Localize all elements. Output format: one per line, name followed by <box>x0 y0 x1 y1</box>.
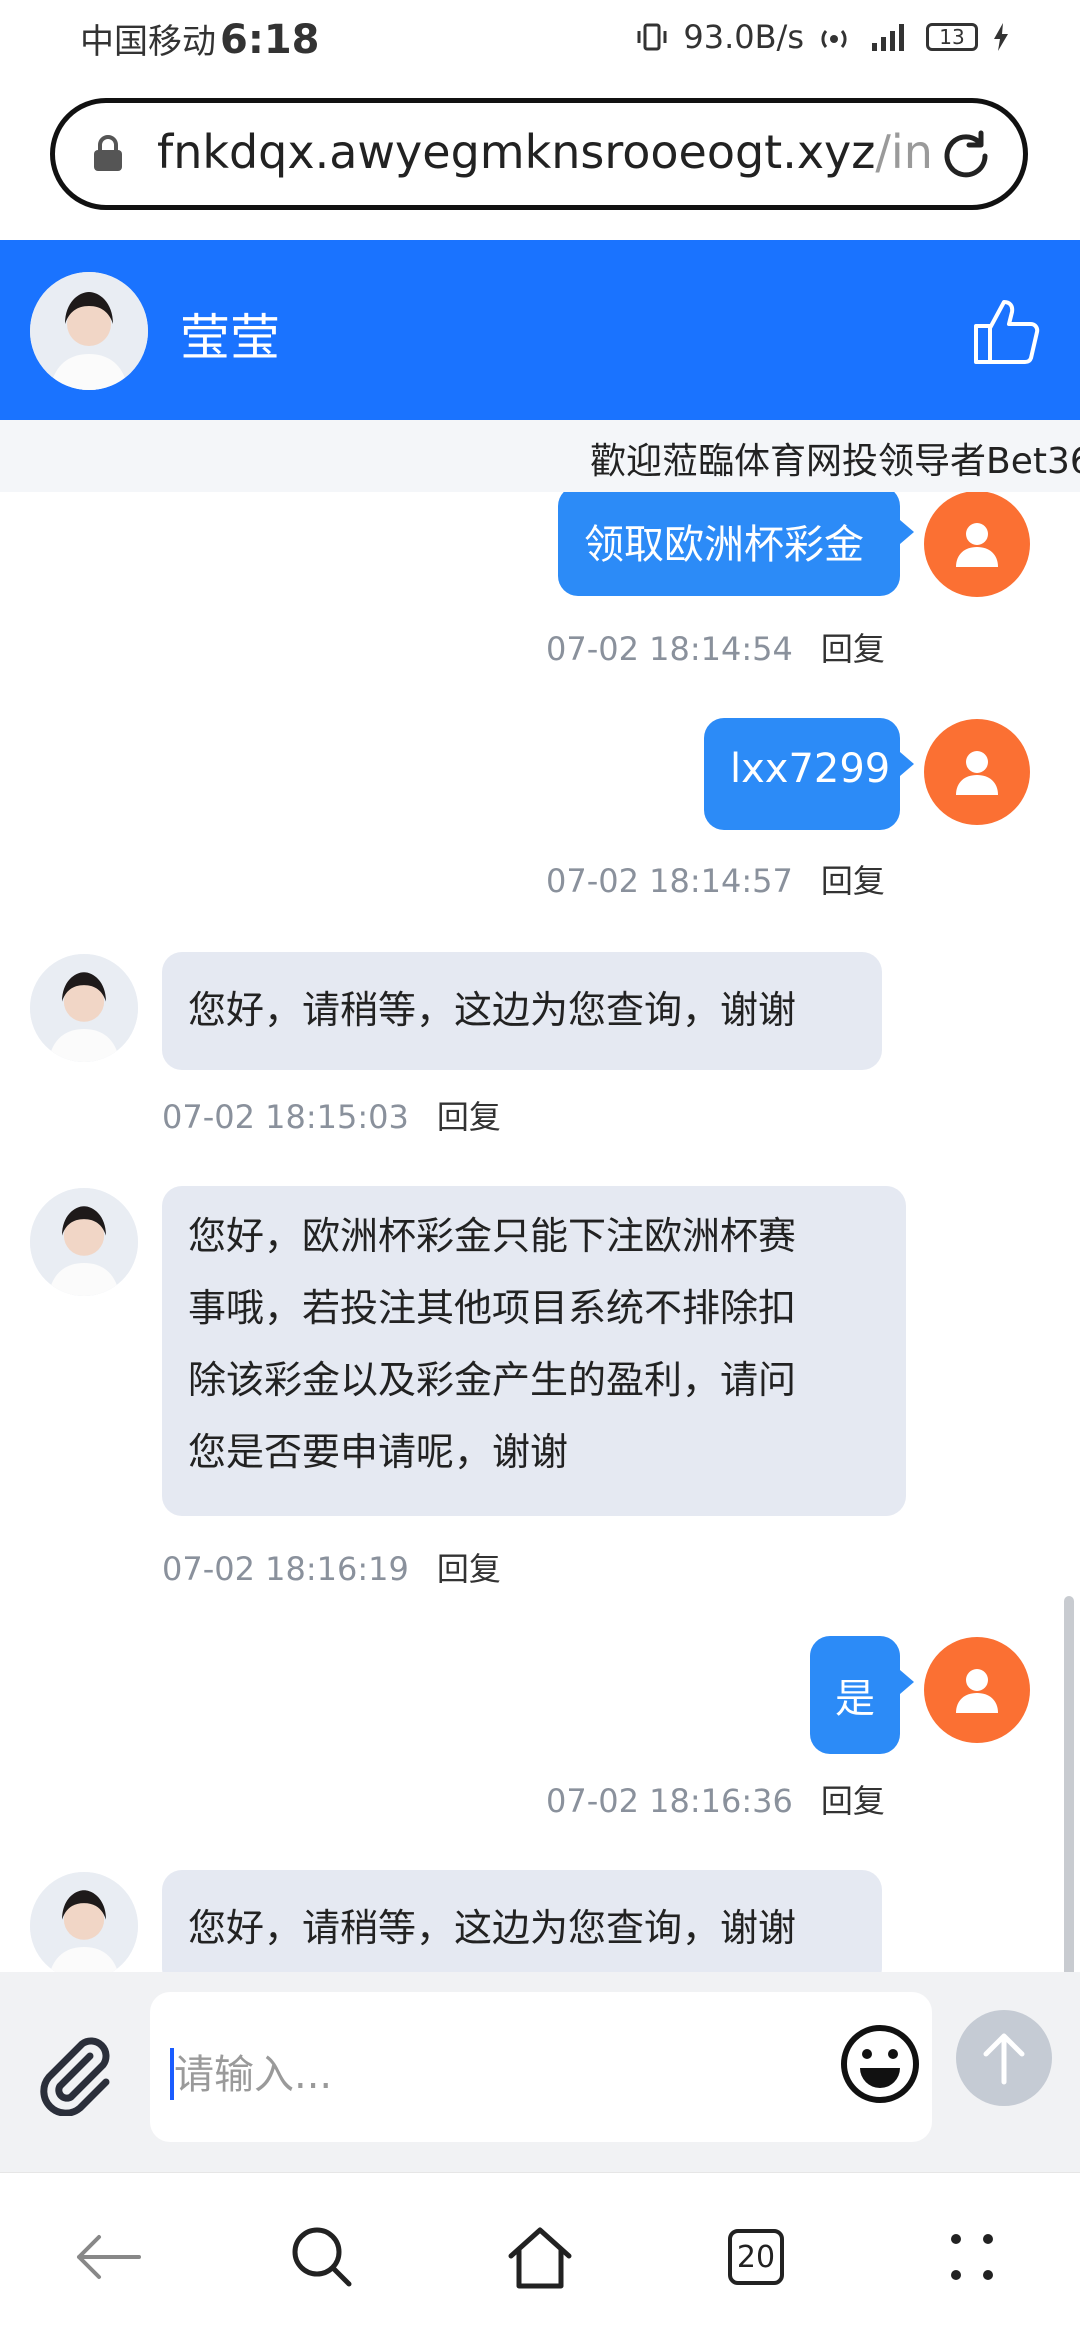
clock: 6:18 <box>220 17 320 63</box>
back-arrow-icon <box>77 2235 141 2279</box>
lock-icon <box>91 133 125 177</box>
user-icon <box>956 1669 998 1713</box>
user-avatar <box>924 1637 1030 1743</box>
battery-icon: 13 <box>926 23 978 51</box>
browser-bottom-nav: 20 <box>0 2172 1080 2341</box>
message-meta: 07-02 18:14:57 回复 <box>546 856 885 902</box>
thumbs-up-icon[interactable] <box>972 294 1042 370</box>
message-input[interactable]: 请输入... <box>150 1992 932 2142</box>
user-message-bubble: lxx7299 <box>704 718 914 830</box>
agent-message-bubble: 您好，请稍等，这边为您查询，谢谢 <box>162 952 882 1070</box>
user-message-bubble: 领取欧洲杯彩金 <box>558 492 914 596</box>
charging-icon <box>992 21 1010 53</box>
message-time: 07-02 18:14:57 <box>546 862 793 900</box>
user-avatar <box>924 492 1030 597</box>
announcement-text: 歡迎蒞臨体育网投领导者Bet365 <box>590 441 1080 482</box>
message-meta: 07-02 18:16:19 回复 <box>162 1544 501 1590</box>
chat-area[interactable]: 领取欧洲杯彩金 07-02 18:14:54 回复 lxx7299 07-02 1… <box>0 492 1080 1972</box>
home-icon <box>508 2227 572 2289</box>
message-line: 您是否要申请呢，谢谢 <box>188 1430 569 1474</box>
menu-button[interactable] <box>932 2217 1012 2297</box>
message-meta: 07-02 18:15:03 回复 <box>162 1092 501 1138</box>
agent-avatar <box>30 1872 138 1972</box>
tab-count-badge: 20 <box>728 2229 784 2285</box>
input-placeholder: 请输入... <box>174 2052 333 2098</box>
reply-button[interactable]: 回复 <box>821 1782 885 1820</box>
agent-message-bubble: 您好，请稍等，这边为您查询，谢谢 <box>162 1870 882 1972</box>
arrow-up-icon <box>983 2033 1025 2085</box>
reply-button[interactable]: 回复 <box>437 1550 501 1588</box>
address-bar[interactable]: fnkdqx.awyegmknsrooeogt.xyz/in <box>50 98 1028 210</box>
net-speed: 93.0B/s <box>683 18 804 56</box>
message-line: 除该彩金以及彩金产生的盈利，请问 <box>188 1358 797 1402</box>
emoji-icon[interactable] <box>838 2022 922 2110</box>
send-button[interactable] <box>956 2010 1052 2106</box>
user-avatar <box>924 719 1030 825</box>
message-time: 07-02 18:16:19 <box>162 1550 409 1588</box>
input-bar: 请输入... <box>0 1972 1080 2172</box>
vibrate-icon <box>635 21 669 53</box>
user-icon <box>956 751 998 795</box>
url-path: /in <box>875 125 933 179</box>
reload-icon[interactable] <box>935 125 997 191</box>
message-meta: 07-02 18:16:36 回复 <box>546 1776 885 1822</box>
reply-button[interactable]: 回复 <box>821 862 885 900</box>
message-time: 07-02 18:14:54 <box>546 630 793 668</box>
search-button[interactable] <box>282 2217 362 2297</box>
chat-scrollbar[interactable] <box>1064 1596 1074 1972</box>
message-time: 07-02 18:15:03 <box>162 1098 409 1136</box>
url-text[interactable]: fnkdqx.awyegmknsrooeogt.xyz/in <box>157 125 957 179</box>
search-icon <box>292 2227 352 2287</box>
agent-avatar <box>30 272 148 390</box>
home-button[interactable] <box>500 2217 580 2297</box>
user-message-bubble: 是 <box>810 1636 914 1754</box>
carrier-name: 中国移动 <box>80 22 216 62</box>
user-icon <box>956 523 998 567</box>
message-meta: 07-02 18:14:54 回复 <box>546 624 885 670</box>
chat-header: 莹莹 <box>0 240 1080 420</box>
status-bar: 中国移动 6:18 93.0B/s 13 <box>0 0 1080 84</box>
message-time: 07-02 18:16:36 <box>546 1782 793 1820</box>
message-line: 您好，欧洲杯彩金只能下注欧洲杯赛 <box>188 1214 797 1258</box>
message-line: 事哦，若投注其他项目系统不排除扣 <box>188 1286 797 1330</box>
paperclip-icon[interactable] <box>32 2032 116 2120</box>
url-domain: fnkdqx.awyegmknsrooeogt.xyz <box>157 125 876 179</box>
announcement-marquee: 歡迎蒞臨体育网投领导者Bet365 <box>0 420 1080 492</box>
back-button[interactable] <box>68 2217 148 2297</box>
agent-name: 莹莹 <box>180 309 280 367</box>
agent-avatar <box>30 954 138 1062</box>
agent-message-bubble: 您好，欧洲杯彩金只能下注欧洲杯赛 事哦，若投注其他项目系统不排除扣 除该彩金以及… <box>162 1186 906 1516</box>
hotspot-icon <box>818 21 854 53</box>
message-line: 您好，请稍等，这边为您查询，谢谢 <box>188 988 797 1032</box>
tabs-button[interactable]: 20 <box>716 2217 796 2297</box>
reply-button[interactable]: 回复 <box>821 630 885 668</box>
signal-icon <box>868 21 912 53</box>
message-line: 您好，请稍等，这边为您查询，谢谢 <box>188 1906 797 1950</box>
more-dots-icon <box>951 2234 993 2280</box>
agent-avatar <box>30 1188 138 1296</box>
reply-button[interactable]: 回复 <box>437 1098 501 1136</box>
